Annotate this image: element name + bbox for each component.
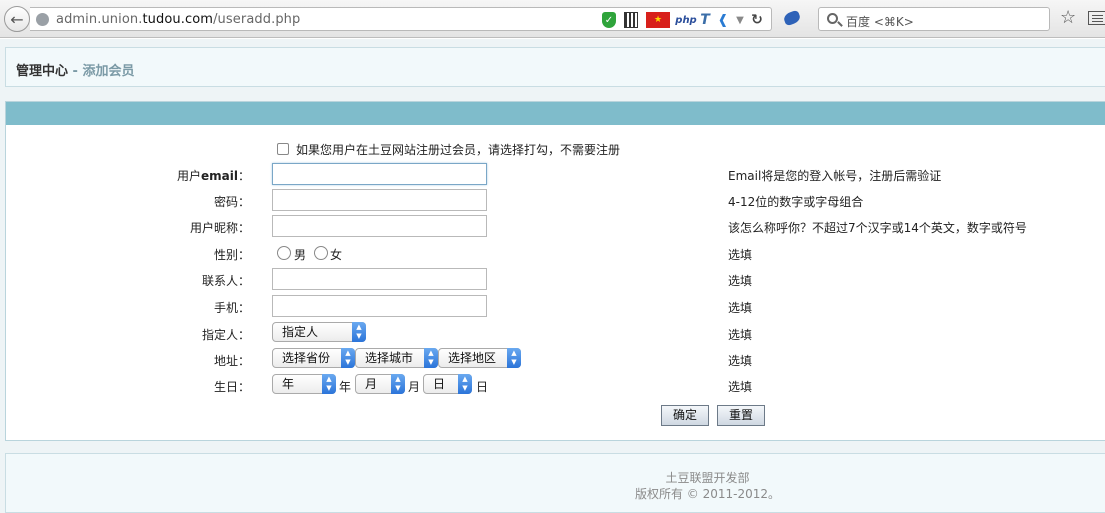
footer: 土豆联盟开发部 版权所有 © 2011-2012。 xyxy=(5,453,1105,513)
gender-female-label: 女 xyxy=(330,248,343,262)
existing-member-checkbox[interactable] xyxy=(277,143,289,155)
footer-copyright: 版权所有 © 2011-2012。 xyxy=(634,487,781,501)
reload-icon[interactable]: ↻ xyxy=(750,12,764,28)
t-icon[interactable]: T xyxy=(698,12,712,28)
chevron-updown-icon: ▲ ▼ xyxy=(352,322,366,342)
month-unit: 月 xyxy=(408,380,421,394)
email-hint: Email将是您的登入帐号，注册后需验证 xyxy=(728,169,942,183)
footer-department: 土豆联盟开发部 xyxy=(665,471,750,485)
district-select[interactable]: 选择地区 ▲ ▼ xyxy=(438,348,521,368)
wifi-icon[interactable]: ❰ xyxy=(716,12,730,28)
back-icon[interactable]: ← xyxy=(4,6,30,32)
assignee-label: 指定人： xyxy=(201,328,250,342)
email-input[interactable] xyxy=(272,163,487,185)
reset-button[interactable]: 重置 xyxy=(717,405,765,426)
address-hint: 选填 xyxy=(728,354,753,368)
existing-member-row: 如果您用户在土豆网站注册过会员，请选择打勾，不需要注册 xyxy=(6,138,1105,162)
nickname-row: 用户昵称： 该怎么称呼你？不超过7个汉字或14个英文，数字或符号 xyxy=(6,215,1105,239)
contact-label: 联系人： xyxy=(201,274,250,288)
password-hint: 4-12位的数字或字母组合 xyxy=(728,195,864,209)
birthday-label: 生日： xyxy=(213,380,250,394)
email-label: 用户email： xyxy=(177,169,250,183)
search-icon xyxy=(827,13,838,24)
contact-hint: 选填 xyxy=(728,274,753,288)
gender-male-radio[interactable] xyxy=(277,246,291,260)
form-title-bar xyxy=(6,102,1105,125)
header-panel: 管理中心 - 添加会员 xyxy=(5,47,1105,87)
existing-member-label: 如果您用户在土豆网站注册过会员，请选择打勾，不需要注册 xyxy=(296,143,621,157)
password-label: 密码： xyxy=(213,195,250,209)
nickname-input[interactable] xyxy=(272,215,487,237)
assignee-hint: 选填 xyxy=(728,328,753,342)
nickname-label: 用户昵称： xyxy=(189,221,250,235)
year-unit: 年 xyxy=(339,380,352,394)
chevron-updown-icon: ▲ ▼ xyxy=(458,374,472,394)
password-row: 密码： 4-12位的数字或字母组合 xyxy=(6,189,1105,213)
url-bar[interactable]: admin.union.tudou.com/useradd.php ✓ ★ ph… xyxy=(30,7,772,31)
mobile-hint: 选填 xyxy=(728,301,753,315)
birth-year-select[interactable]: 年 ▲ ▼ xyxy=(272,374,336,394)
assignee-select[interactable]: 指定人 ▲ ▼ xyxy=(272,322,366,342)
assignee-row: 指定人： 指定人 ▲ ▼ 选填 xyxy=(6,322,1105,346)
chevron-updown-icon: ▲ ▼ xyxy=(391,374,405,394)
city-select[interactable]: 选择城市 ▲ ▼ xyxy=(355,348,438,368)
add-member-form: 如果您用户在土豆网站注册过会员，请选择打勾，不需要注册 用户email： Ema… xyxy=(5,101,1105,441)
contact-row: 联系人： 选填 xyxy=(6,268,1105,292)
gender-row: 性别： 男 女 选填 xyxy=(6,242,1105,266)
php-icon[interactable]: php xyxy=(675,12,696,28)
day-unit: 日 xyxy=(476,380,489,394)
gender-female-radio[interactable] xyxy=(314,246,328,260)
page: 管理中心 - 添加会员 如果您用户在土豆网站注册过会员，请选择打勾，不需要注册 … xyxy=(0,39,1105,513)
qr-icon[interactable] xyxy=(624,12,638,28)
page-title: 管理中心 - 添加会员 xyxy=(16,64,135,79)
browser-toolbar: ← admin.union.tudou.com/useradd.php ✓ ★ … xyxy=(0,0,1105,38)
gender-male-label: 男 xyxy=(294,248,307,262)
chevron-updown-icon: ▲ ▼ xyxy=(322,374,336,394)
menu-icon[interactable] xyxy=(1088,11,1105,25)
birthday-row: 生日： 年 ▲ ▼ 年 月 ▲ ▼ 月 日 ▲ ▼ 日 选填 xyxy=(6,374,1105,398)
url-text: admin.union.tudou.com/useradd.php xyxy=(56,12,301,27)
mobile-label: 手机： xyxy=(213,301,250,315)
dropdown-icon[interactable]: ▼ xyxy=(734,12,746,28)
gender-hint: 选填 xyxy=(728,248,753,262)
flag-icon[interactable]: ★ xyxy=(646,12,670,28)
submit-button[interactable]: 确定 xyxy=(661,405,709,426)
search-placeholder: 百度 <⌘K> xyxy=(846,15,914,29)
gender-label: 性别： xyxy=(213,248,250,262)
mobile-input[interactable] xyxy=(272,295,487,317)
address-label: 地址： xyxy=(213,354,250,368)
birth-month-select[interactable]: 月 ▲ ▼ xyxy=(355,374,405,394)
page-subtitle: - 添加会员 xyxy=(68,64,135,79)
birthday-hint: 选填 xyxy=(728,380,753,394)
star-icon[interactable]: ☆ xyxy=(1060,8,1076,28)
shield-icon[interactable]: ✓ xyxy=(602,12,616,28)
province-select[interactable]: 选择省份 ▲ ▼ xyxy=(272,348,355,368)
contact-input[interactable] xyxy=(272,268,487,290)
email-row: 用户email： Email将是您的登入帐号，注册后需验证 xyxy=(6,163,1105,187)
nickname-hint: 该怎么称呼你？不超过7个汉字或14个英文，数字或符号 xyxy=(728,221,1027,235)
password-input[interactable] xyxy=(272,189,487,211)
bird-icon[interactable] xyxy=(782,9,802,27)
form-actions: 确定 重置 xyxy=(6,405,1105,429)
address-row: 地址： 选择省份 ▲ ▼ 选择城市 ▲ ▼ 选择地区 ▲ ▼ 选填 xyxy=(6,348,1105,372)
mobile-row: 手机： 选填 xyxy=(6,295,1105,319)
search-bar[interactable]: 百度 <⌘K> xyxy=(818,7,1050,31)
birth-day-select[interactable]: 日 ▲ ▼ xyxy=(423,374,472,394)
chevron-updown-icon: ▲ ▼ xyxy=(424,348,438,368)
chevron-updown-icon: ▲ ▼ xyxy=(507,348,521,368)
chevron-updown-icon: ▲ ▼ xyxy=(341,348,355,368)
globe-icon xyxy=(36,13,49,26)
